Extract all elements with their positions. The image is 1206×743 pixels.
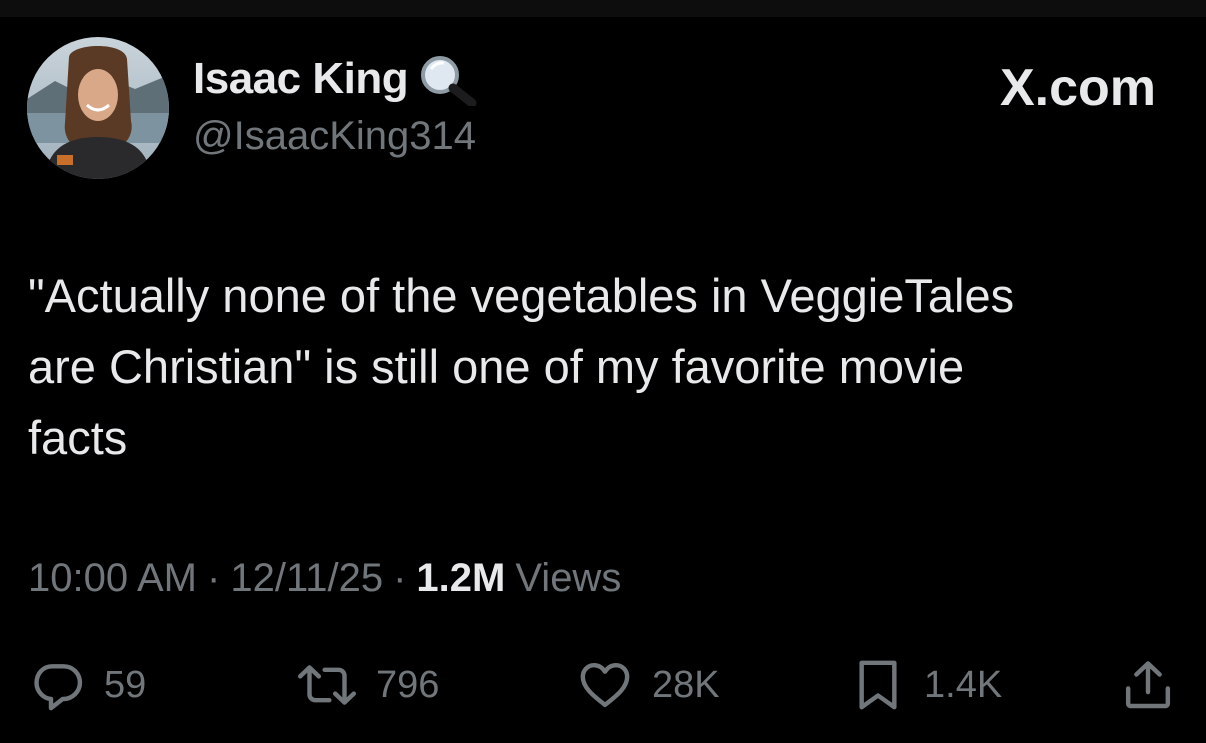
user-handle[interactable]: @IsaacKing314 [193,114,476,159]
views-count: 1.2M [416,556,506,600]
tweet-date[interactable]: 12/11/25 [230,556,383,601]
avatar[interactable] [27,37,169,179]
reply-button[interactable]: 59 [30,650,146,720]
retweet-button[interactable]: 796 [296,650,439,720]
separator-dot: · [207,556,221,600]
like-button[interactable]: 28K [576,650,720,720]
reply-count: 59 [104,663,147,706]
share-icon [1125,661,1171,709]
tweet-text: "Actually none of the vegetables in Vegg… [28,269,1015,464]
retweet-icon [297,665,357,705]
retweet-count: 796 [376,663,440,706]
share-button[interactable] [1120,650,1176,720]
tweet-time[interactable]: 10:00 AM [28,556,197,601]
site-logo: X.com [999,59,1156,117]
views-label: Views [515,556,622,600]
bookmark-icon [859,660,897,710]
magnifying-glass-icon [416,52,482,108]
display-name[interactable]: Isaac King [193,54,409,104]
separator-dot: · [393,556,407,600]
top-bar [0,0,1206,17]
avatar-image [27,37,169,179]
action-bar: 59 796 28K 1.4K [0,650,1206,720]
display-name-row[interactable]: Isaac King [193,52,482,108]
tweet-metadata: 10:00 AM · 12/11/25 · 1.2M Views [28,556,621,601]
reply-icon [34,664,83,711]
bookmark-count: 1.4K [924,663,1003,706]
like-count: 28K [652,663,720,706]
heart-icon [580,662,630,708]
bookmark-button[interactable]: 1.4K [850,650,1002,720]
